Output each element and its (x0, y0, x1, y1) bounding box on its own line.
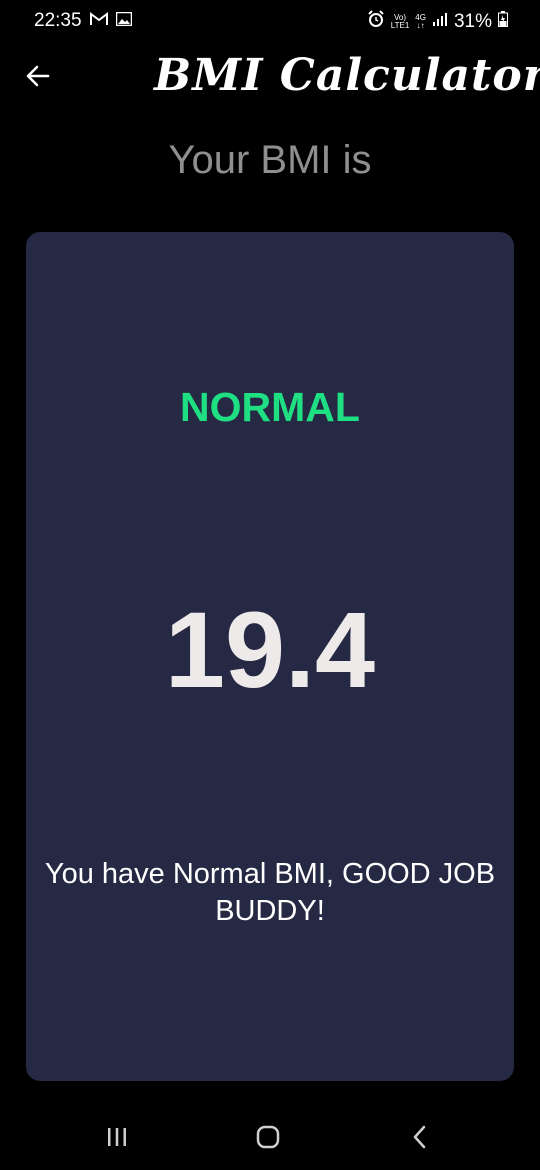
gmail-icon (90, 12, 108, 31)
signal-icon (432, 12, 448, 31)
app-bar: BMI Calculator (0, 44, 540, 114)
status-bar: 22:35 Vo) LTE1 4G ↓↑ 31% (0, 0, 540, 44)
bmi-category: NORMAL (180, 384, 360, 430)
battery-percent: 31% (453, 10, 492, 32)
result-card: NORMAL 19.4 You have Normal BMI, GOOD JO… (26, 232, 514, 1081)
volte-icon: Vo) LTE1 (390, 13, 410, 30)
system-back-button[interactable] (400, 1124, 440, 1154)
recent-apps-icon (106, 1126, 128, 1153)
status-time: 22:35 (34, 10, 82, 31)
recent-apps-button[interactable] (97, 1124, 137, 1154)
bmi-value: 19.4 (164, 589, 376, 710)
home-button[interactable] (248, 1124, 288, 1154)
system-nav-bar (0, 1110, 540, 1170)
network-4g-icon: 4G ↓↑ (415, 12, 426, 30)
gallery-icon (115, 11, 133, 31)
status-left-icons (90, 11, 133, 31)
page-title: BMI Calculator (154, 50, 540, 101)
volte-line2: LTE1 (390, 20, 410, 30)
arrow-left-icon (26, 65, 50, 92)
result-headline: Your BMI is (168, 138, 372, 182)
home-icon (256, 1125, 280, 1154)
back-chevron-icon (412, 1125, 428, 1154)
status-right-icons: Vo) LTE1 4G ↓↑ 31% (367, 10, 508, 33)
alarm-icon (367, 10, 385, 33)
bmi-message: You have Normal BMI, GOOD JOB BUDDY! (44, 858, 496, 927)
battery-charging-icon (498, 11, 508, 32)
back-button[interactable] (18, 58, 58, 98)
